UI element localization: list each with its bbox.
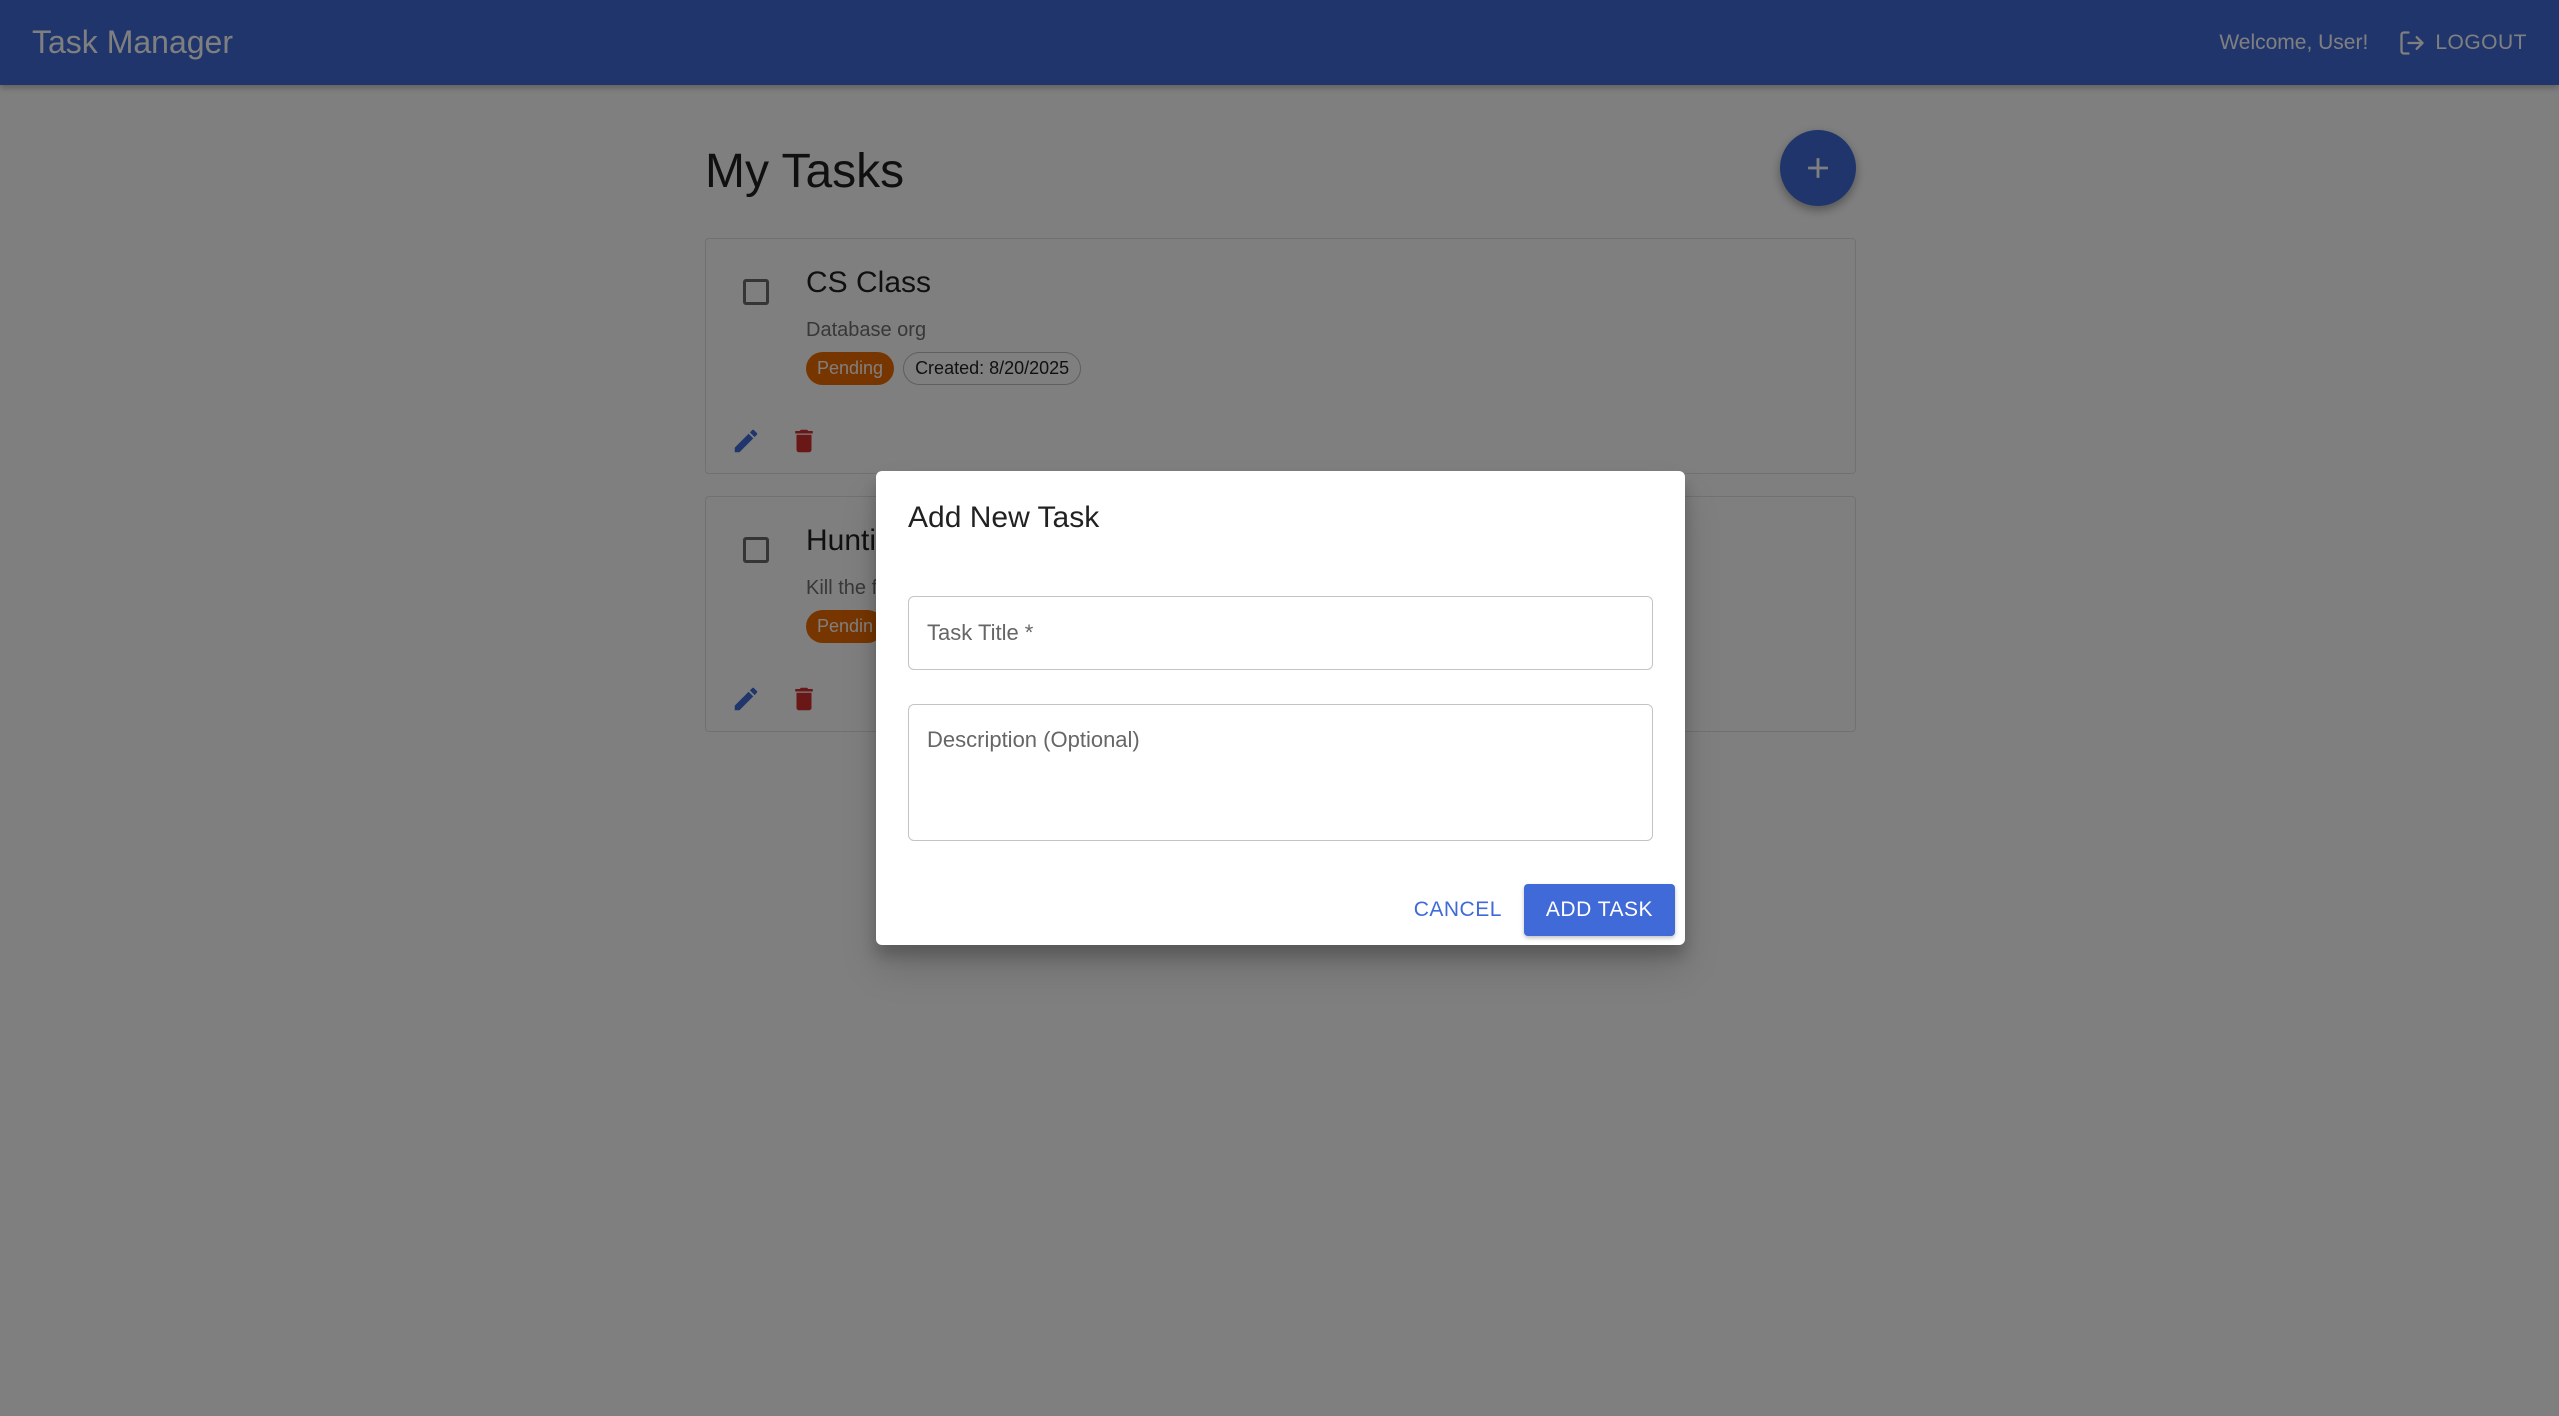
task-title-field[interactable]: Task Title * [908,596,1653,670]
add-task-button[interactable]: ADD TASK [1523,884,1675,936]
task-title-label: Task Title * [927,620,1034,645]
cancel-button[interactable]: CANCEL [1392,886,1524,934]
description-label: Description (Optional) [927,727,1140,752]
dialog-title: Add New Task [908,501,1100,534]
dialog-actions: CANCEL ADD TASK [1392,884,1675,936]
description-field[interactable]: Description (Optional) [908,704,1653,841]
add-task-dialog: Add New Task Task Title * Description (O… [876,471,1685,945]
